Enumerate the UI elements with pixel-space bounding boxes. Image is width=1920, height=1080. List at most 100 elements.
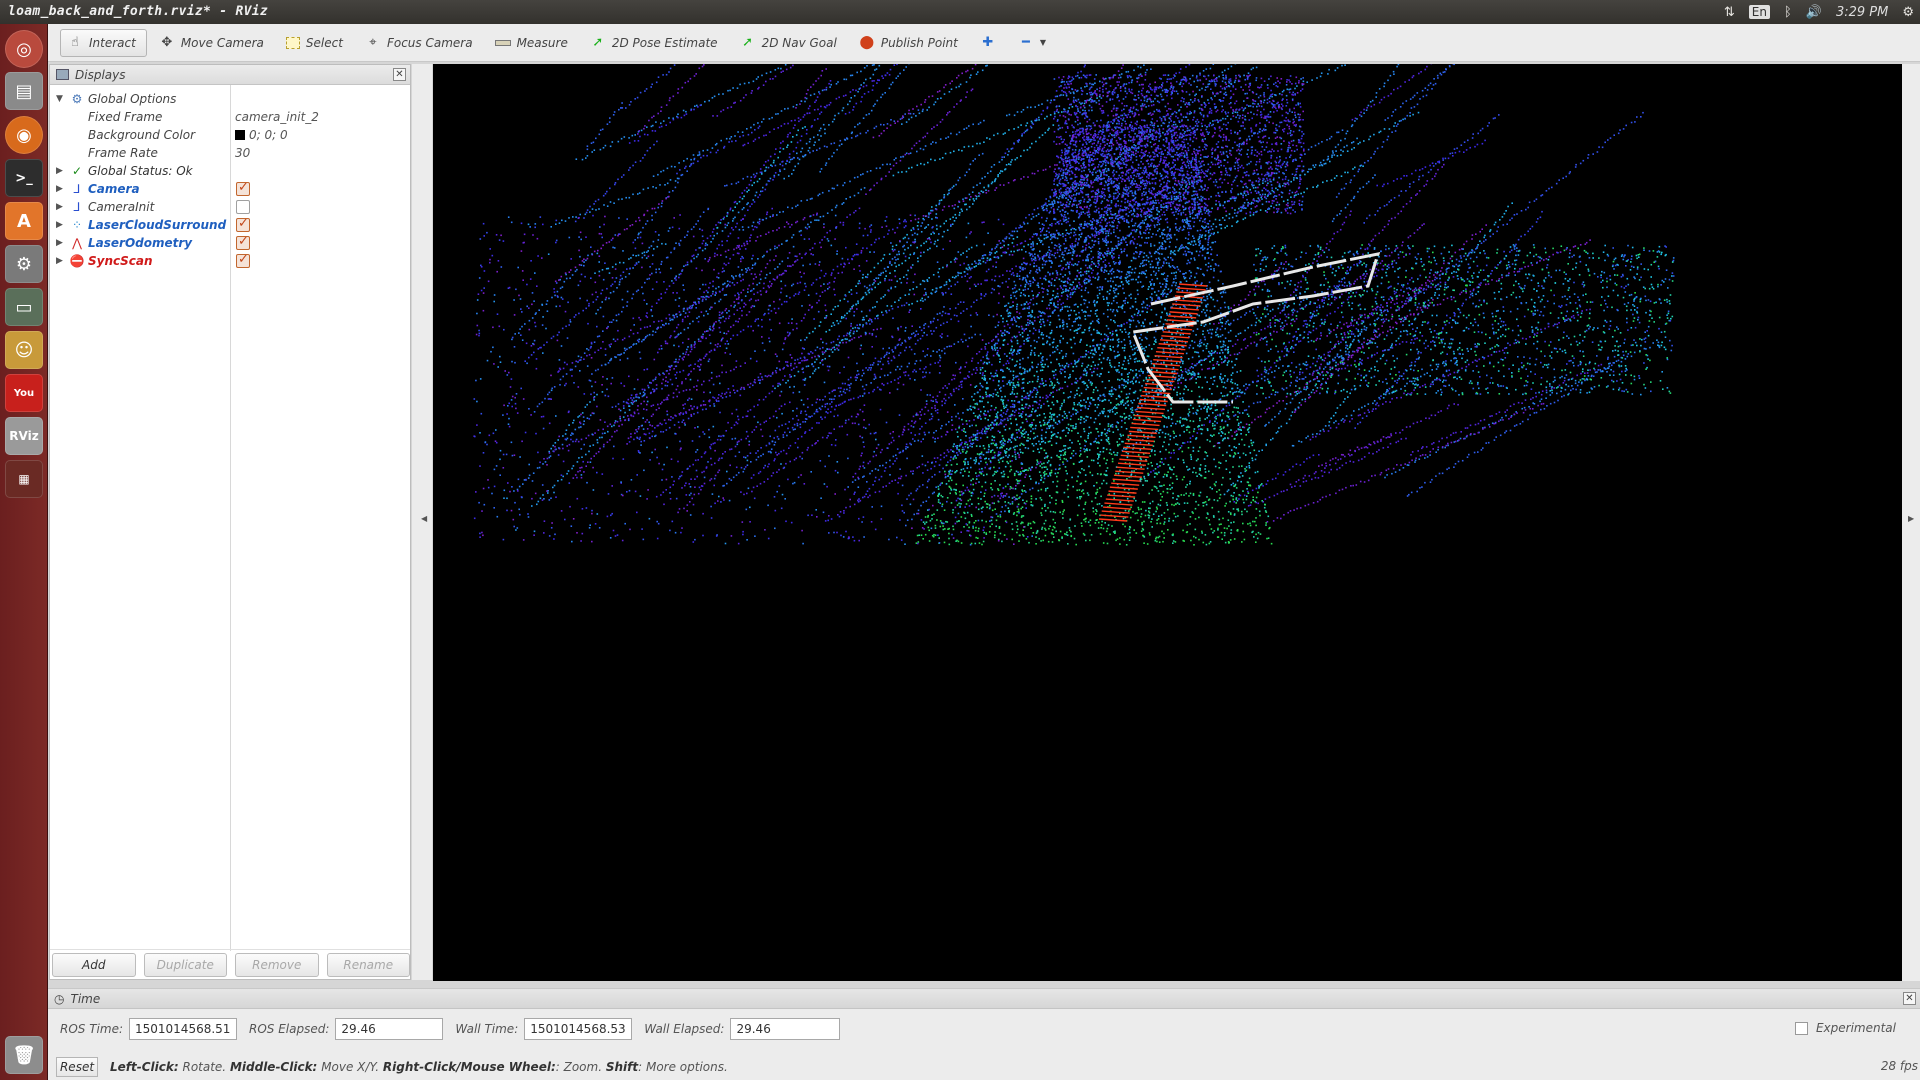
- ros-elapsed-field[interactable]: [335, 1018, 444, 1040]
- green-arrow-icon: ➚: [592, 35, 604, 50]
- hint-key: Middle-Click:: [229, 1060, 318, 1074]
- tree-row-global-options[interactable]: ▼ ⚙ Global Options: [50, 90, 410, 108]
- render-viewport[interactable]: [433, 64, 1902, 981]
- expand-arrow-icon[interactable]: ▶: [56, 220, 66, 230]
- tree-row-camera[interactable]: ▶ ⅃ Camera: [50, 180, 410, 198]
- terminal-icon[interactable]: >_: [5, 159, 43, 197]
- tool-select[interactable]: Select: [280, 29, 353, 57]
- close-icon[interactable]: ✕: [1903, 992, 1916, 1005]
- displays-title: Displays: [75, 67, 126, 82]
- green-arrow-icon: ➚: [742, 35, 754, 50]
- tool-label: Select: [305, 35, 343, 50]
- display-checkbox[interactable]: [236, 200, 250, 214]
- volume-icon[interactable]: 🔊: [1806, 5, 1822, 20]
- tool-2d-nav-goal[interactable]: ➚ 2D Nav Goal: [734, 29, 847, 57]
- network-icon[interactable]: ⇅: [1724, 5, 1735, 20]
- focus-camera-icon: ⌖: [369, 35, 377, 50]
- wall-time-label: Wall Time:: [455, 1022, 519, 1036]
- firefox-icon[interactable]: ◉: [5, 116, 43, 154]
- hint-key: Right-Click/Mouse Wheel:: [382, 1060, 556, 1074]
- hint-text: Rotate.: [182, 1060, 227, 1074]
- ruler-icon: [494, 39, 511, 46]
- files-icon[interactable]: ▤: [5, 72, 43, 110]
- displays-button-row: Add Duplicate Remove Rename: [50, 949, 410, 979]
- gear-icon[interactable]: ⚙: [1902, 5, 1914, 20]
- tool-move-camera[interactable]: ✥ Move Camera: [153, 29, 274, 57]
- error-icon: ⛔: [69, 254, 85, 268]
- wall-time-field[interactable]: [524, 1018, 633, 1040]
- property-value[interactable]: 30: [235, 146, 250, 160]
- reset-button[interactable]: Reset: [56, 1057, 98, 1077]
- minus-icon: ━: [1021, 35, 1030, 50]
- add-button[interactable]: Add: [52, 952, 136, 977]
- tool-measure[interactable]: Measure: [489, 29, 578, 57]
- tree-row-fixed-frame[interactable]: Fixed Frame camera_init_2: [50, 108, 410, 126]
- wall-elapsed-field[interactable]: [730, 1018, 841, 1040]
- collapse-left-icon[interactable]: ◀: [421, 514, 427, 523]
- color-swatch: [235, 130, 245, 140]
- display-label: LaserOdometry: [88, 236, 193, 250]
- odometry-icon: ⋀: [72, 236, 82, 250]
- tree-row-laserodometry[interactable]: ▶ ⋀ LaserOdometry: [50, 234, 410, 252]
- axes-icon: ⅃: [73, 182, 81, 196]
- trash-icon[interactable]: 🗑: [5, 1036, 43, 1074]
- experimental-checkbox[interactable]: [1794, 1021, 1808, 1035]
- tree-row-background-color[interactable]: Background Color 0; 0; 0: [50, 126, 410, 144]
- expand-arrow-icon[interactable]: ▶: [56, 202, 66, 212]
- monitor-icon: [56, 69, 69, 80]
- left-splitter[interactable]: ◀: [412, 64, 432, 980]
- tree-row-frame-rate[interactable]: Frame Rate 30: [50, 144, 410, 162]
- right-splitter[interactable]: ▶: [1902, 64, 1920, 981]
- time-title: Time: [70, 991, 101, 1006]
- fps-counter: 28 fps: [1880, 1059, 1918, 1073]
- remove-button[interactable]: Remove: [235, 952, 319, 977]
- bluetooth-icon[interactable]: ᛒ: [1784, 5, 1792, 20]
- collapse-right-icon[interactable]: ▶: [1908, 514, 1914, 523]
- tree-row-camerainit[interactable]: ▶ ⅃ CameraInit: [50, 198, 410, 216]
- tree-row-lasercloudsurround[interactable]: ▶ ⁘ LaserCloudSurround: [50, 216, 410, 234]
- expand-arrow-icon[interactable]: ▶: [56, 184, 66, 194]
- expand-arrow-icon[interactable]: ▶: [56, 166, 66, 176]
- disk-icon[interactable]: ▭: [5, 288, 43, 326]
- expand-arrow-icon[interactable]: ▶: [56, 238, 66, 248]
- hint-text: : Zoom.: [555, 1060, 603, 1074]
- map-pin-icon: ⬤: [859, 35, 875, 50]
- collapse-arrow-icon[interactable]: ▼: [56, 94, 66, 104]
- add-tool-button[interactable]: ✚: [974, 29, 1006, 57]
- software-center-icon[interactable]: A: [5, 202, 43, 240]
- display-checkbox[interactable]: [236, 234, 250, 250]
- tree-label: Global Options: [88, 92, 177, 106]
- rename-button[interactable]: Rename: [326, 952, 410, 977]
- gimp-icon[interactable]: ☺: [5, 331, 43, 369]
- duplicate-button[interactable]: Duplicate: [143, 952, 227, 977]
- ros-time-field[interactable]: [129, 1018, 237, 1040]
- tree-row-global-status[interactable]: ▶ ✓ Global Status: Ok: [50, 162, 410, 180]
- remove-tool-button[interactable]: ━ ▼: [1012, 29, 1056, 57]
- display-label: LaserCloudSurround: [88, 218, 227, 232]
- tool-label: Move Camera: [180, 35, 264, 50]
- property-value[interactable]: camera_init_2: [235, 110, 319, 124]
- tool-publish-point[interactable]: ⬤ Publish Point: [853, 29, 968, 57]
- tool-2d-pose-estimate[interactable]: ➚ 2D Pose Estimate: [584, 29, 728, 57]
- expand-arrow-icon[interactable]: ▶: [56, 256, 66, 266]
- keyboard-layout-indicator[interactable]: En: [1748, 5, 1770, 19]
- display-checkbox[interactable]: [236, 216, 250, 232]
- ubuntu-dash-icon[interactable]: ◎: [5, 30, 43, 68]
- tool-label: 2D Nav Goal: [761, 35, 837, 50]
- clock[interactable]: 3:29 PM: [1836, 5, 1888, 20]
- rviz-icon[interactable]: RViz: [5, 417, 43, 455]
- wall-elapsed-label: Wall Elapsed:: [644, 1022, 725, 1036]
- settings-icon[interactable]: ⚙: [5, 245, 43, 283]
- workspace-icon[interactable]: ▦: [5, 460, 43, 498]
- experimental-toggle[interactable]: Experimental: [1794, 1021, 1896, 1035]
- display-label: Camera: [88, 182, 140, 196]
- select-icon: [285, 36, 300, 49]
- tool-focus-camera[interactable]: ⌖ Focus Camera: [359, 29, 483, 57]
- youtube-icon[interactable]: You: [5, 374, 43, 412]
- display-checkbox[interactable]: [236, 252, 250, 268]
- color-value[interactable]: 0; 0; 0: [235, 128, 288, 142]
- close-icon[interactable]: ✕: [393, 68, 406, 81]
- display-checkbox[interactable]: [236, 180, 250, 196]
- tree-row-syncscan[interactable]: ▶ ⛔ SyncScan: [50, 252, 410, 270]
- tool-interact[interactable]: ☝ Interact: [60, 28, 147, 57]
